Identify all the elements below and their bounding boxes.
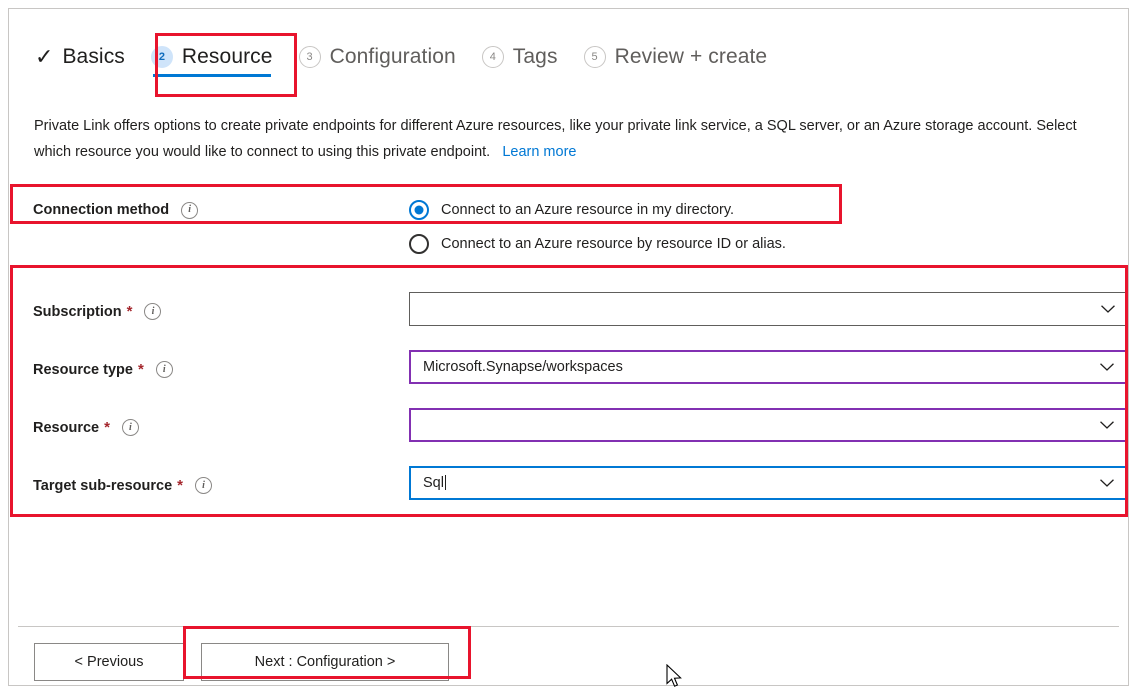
tab-configuration-label: Configuration bbox=[330, 45, 456, 69]
form-row-resource: Resource * i bbox=[33, 408, 1127, 466]
info-icon[interactable]: i bbox=[181, 202, 198, 219]
connection-method-radio-group: Connect to an Azure resource in my direc… bbox=[409, 193, 786, 261]
chevron-down-icon bbox=[1099, 475, 1115, 491]
required-marker: * bbox=[138, 362, 144, 377]
radio-unselected-icon[interactable] bbox=[409, 234, 429, 254]
connection-method-label: Connection method i bbox=[33, 202, 198, 219]
connection-method-label-text: Connection method bbox=[33, 202, 169, 218]
next-configuration-button[interactable]: Next : Configuration > bbox=[201, 643, 449, 681]
info-icon[interactable]: i bbox=[144, 303, 161, 320]
tab-review-create[interactable]: 5 Review + create bbox=[584, 31, 768, 83]
wizard-window: ✓ Basics 2 Resource 3 Configuration 4 Ta… bbox=[8, 8, 1129, 686]
radio-connect-by-resource-id-label: Connect to an Azure resource by resource… bbox=[441, 236, 786, 252]
previous-button[interactable]: < Previous bbox=[34, 643, 184, 681]
resource-type-label: Resource type * i bbox=[33, 361, 173, 378]
chevron-down-icon bbox=[1099, 417, 1115, 433]
resource-label: Resource * i bbox=[33, 419, 139, 436]
target-sub-resource-dropdown[interactable]: Sql bbox=[409, 466, 1127, 500]
subscription-dropdown[interactable] bbox=[409, 292, 1127, 326]
radio-connect-in-directory[interactable]: Connect to an Azure resource in my direc… bbox=[409, 193, 786, 227]
tab-basics-label: Basics bbox=[62, 45, 124, 69]
required-marker: * bbox=[127, 304, 133, 319]
form-row-resource-type: Resource type * i Microsoft.Synapse/work… bbox=[33, 350, 1127, 408]
chevron-down-icon bbox=[1100, 301, 1116, 317]
tab-review-create-label: Review + create bbox=[615, 45, 768, 69]
info-icon[interactable]: i bbox=[156, 361, 173, 378]
tab-active-underline bbox=[153, 74, 271, 77]
tab-review-create-badge: 5 bbox=[584, 46, 606, 68]
radio-selected-icon[interactable] bbox=[409, 200, 429, 220]
footer-button-bar: < Previous Next : Configuration > bbox=[34, 643, 449, 681]
form-row-target-sub-resource: Target sub-resource * i Sql bbox=[33, 466, 1127, 524]
required-marker: * bbox=[177, 478, 183, 493]
subscription-label: Subscription * i bbox=[33, 303, 161, 320]
connection-method-section: Connection method i Connect to an Azure … bbox=[33, 201, 1123, 219]
subscription-label-text: Subscription bbox=[33, 304, 122, 320]
required-marker: * bbox=[104, 420, 110, 435]
info-icon[interactable]: i bbox=[195, 477, 212, 494]
tab-tags[interactable]: 4 Tags bbox=[482, 31, 558, 83]
info-icon[interactable]: i bbox=[122, 419, 139, 436]
tab-configuration[interactable]: 3 Configuration bbox=[299, 31, 456, 83]
resource-type-value: Microsoft.Synapse/workspaces bbox=[423, 359, 1093, 375]
tab-resource-label: Resource bbox=[182, 45, 273, 69]
resource-type-label-text: Resource type bbox=[33, 362, 133, 378]
page-description: Private Link offers options to create pr… bbox=[34, 113, 1116, 165]
learn-more-link[interactable]: Learn more bbox=[502, 144, 576, 160]
form-row-subscription: Subscription * i bbox=[33, 292, 1127, 350]
wizard-tab-bar: ✓ Basics 2 Resource 3 Configuration 4 Ta… bbox=[9, 31, 793, 83]
footer-divider bbox=[18, 626, 1119, 627]
tab-resource-badge: 2 bbox=[151, 46, 173, 68]
tab-tags-label: Tags bbox=[513, 45, 558, 69]
chevron-down-icon bbox=[1099, 359, 1115, 375]
target-sub-resource-label: Target sub-resource * i bbox=[33, 477, 212, 494]
tab-tags-badge: 4 bbox=[482, 46, 504, 68]
resource-label-text: Resource bbox=[33, 420, 99, 436]
resource-form: Subscription * i Resource type * i M bbox=[33, 292, 1127, 524]
tab-basics[interactable]: ✓ Basics bbox=[35, 31, 125, 83]
resource-dropdown[interactable] bbox=[409, 408, 1127, 442]
radio-connect-in-directory-label: Connect to an Azure resource in my direc… bbox=[441, 202, 734, 218]
checkmark-icon: ✓ bbox=[35, 46, 53, 68]
resource-type-dropdown[interactable]: Microsoft.Synapse/workspaces bbox=[409, 350, 1127, 384]
target-sub-resource-value: Sql bbox=[423, 475, 1093, 491]
radio-connect-by-resource-id[interactable]: Connect to an Azure resource by resource… bbox=[409, 227, 786, 261]
tab-configuration-badge: 3 bbox=[299, 46, 321, 68]
target-sub-resource-label-text: Target sub-resource bbox=[33, 478, 172, 494]
tab-resource[interactable]: 2 Resource bbox=[151, 31, 273, 83]
